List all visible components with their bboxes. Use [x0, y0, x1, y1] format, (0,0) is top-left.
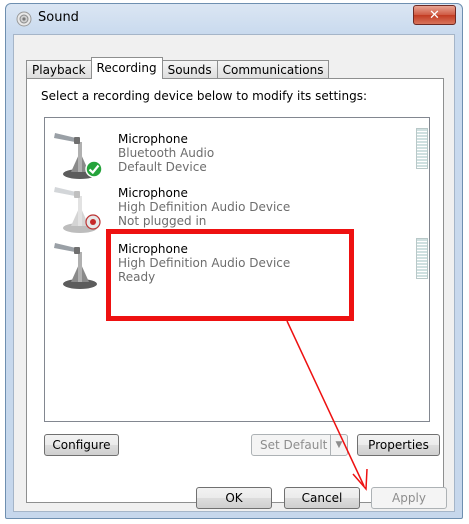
- unplugged-icon: [85, 214, 101, 230]
- device-name: Microphone: [118, 186, 188, 200]
- set-default-button[interactable]: Set Default ▼: [251, 434, 348, 456]
- tab-sounds[interactable]: Sounds: [161, 60, 218, 79]
- device-driver: High Definition Audio Device: [118, 200, 291, 214]
- device-driver: Bluetooth Audio: [118, 146, 215, 160]
- annotation-highlight-box: [106, 229, 354, 321]
- set-default-label: Set Default: [260, 438, 328, 452]
- tab-playback[interactable]: Playback: [26, 60, 92, 79]
- properties-button[interactable]: Properties: [357, 434, 440, 456]
- level-meter: [416, 128, 428, 169]
- device-name: Microphone: [118, 132, 188, 146]
- device-status: Default Device: [118, 160, 207, 174]
- chevron-down-icon[interactable]: ▼: [330, 435, 347, 455]
- speaker-icon: [16, 11, 32, 27]
- device-status: Not plugged in: [118, 214, 207, 228]
- ok-button[interactable]: OK: [196, 487, 272, 509]
- tab-strip: Playback Recording Sounds Communications: [26, 57, 330, 79]
- close-icon: ✕: [429, 7, 440, 23]
- configure-button[interactable]: Configure: [44, 434, 119, 456]
- instruction-text: Select a recording device below to modif…: [41, 89, 368, 103]
- apply-button[interactable]: Apply: [371, 487, 447, 509]
- level-meter: [416, 238, 428, 279]
- close-button[interactable]: ✕: [413, 5, 456, 25]
- window-title: Sound: [38, 10, 79, 25]
- tab-recording[interactable]: Recording: [90, 57, 163, 79]
- title-bar[interactable]: Sound ✕: [6, 4, 462, 32]
- microphone-icon: [54, 243, 97, 289]
- cancel-button[interactable]: Cancel: [284, 487, 360, 509]
- check-icon: [85, 160, 103, 178]
- tab-communications[interactable]: Communications: [216, 60, 330, 79]
- list-item-device-hd-unplugged[interactable]: Microphone High Definition Audio Device …: [45, 178, 429, 236]
- list-item-device-bluetooth[interactable]: Microphone Bluetooth Audio Default Devic…: [45, 124, 429, 182]
